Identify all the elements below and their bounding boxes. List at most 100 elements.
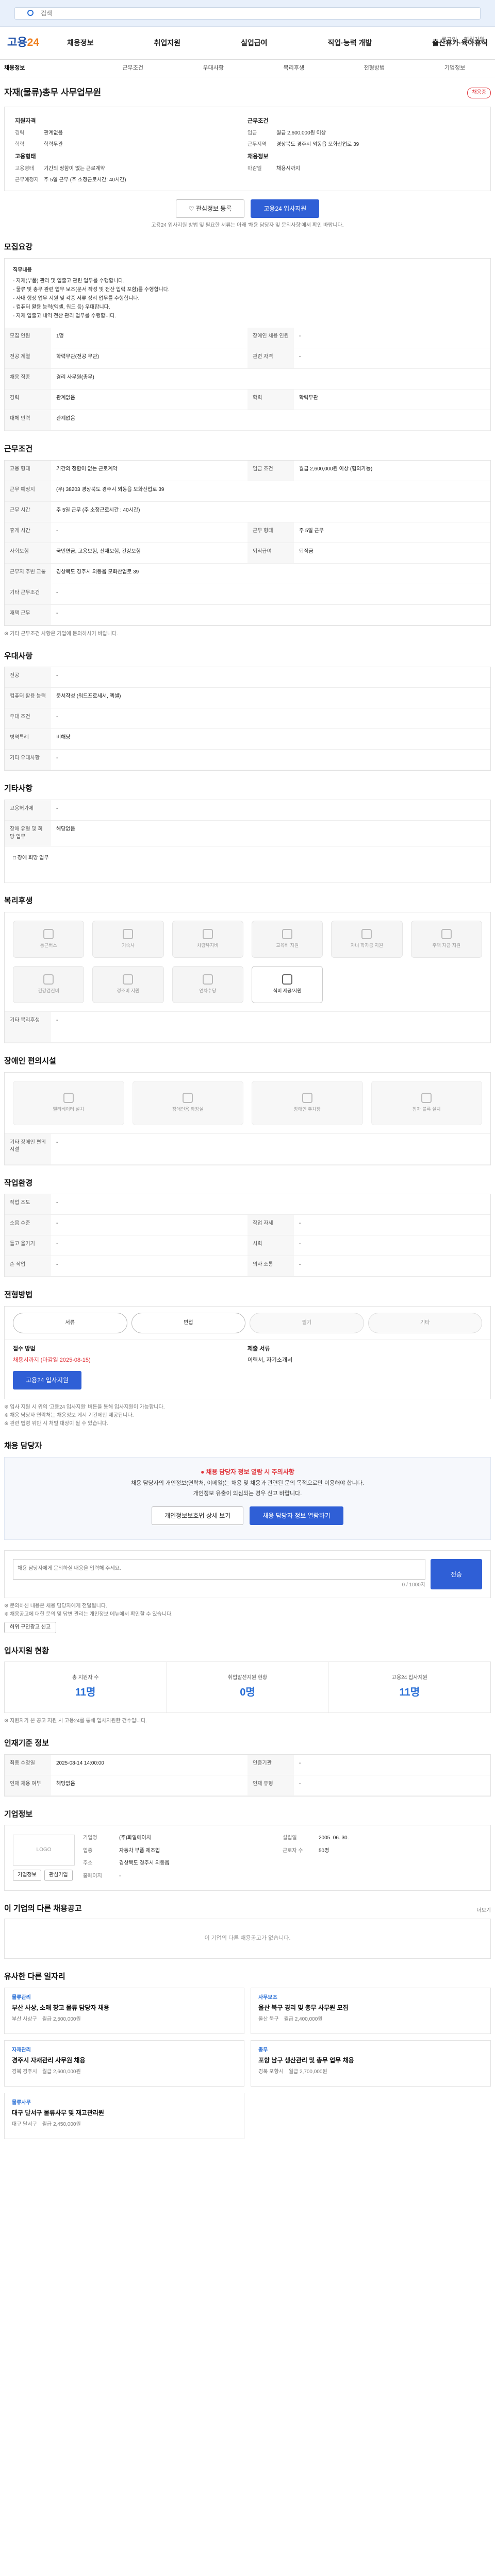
- inquiry-textarea[interactable]: [13, 1559, 425, 1580]
- inquiry-wrap: 0 / 1000자: [13, 1559, 425, 1589]
- process-box: 서류 면접 필기 기타 접수 방법 채용시까지 (마감일 2025-08-15)…: [4, 1306, 491, 1400]
- site-logo[interactable]: 고용24: [7, 35, 59, 50]
- card-pay: 월급 2,400,000원: [284, 2016, 323, 2022]
- similar-card[interactable]: 물류사무 대구 달서구 물류사무 및 재고관리원 대구 달서구 월급 2,450,00…: [4, 2092, 244, 2139]
- other-section: 기타사항 고용허가제 - 장애 유형 및 희망 업무 해당없음 □ 장애 희망 업무: [0, 783, 495, 884]
- welfare-label: 자녀 학자금 지원: [351, 943, 383, 948]
- scrap-button[interactable]: ♡ 관심정보 등록: [175, 199, 245, 218]
- tab-company[interactable]: 기업정보: [415, 64, 495, 73]
- card-category: 물류관리: [12, 1994, 31, 2001]
- similar-card[interactable]: 자재관리 경주시 자재관리 사무원 채용 경북 경주시 월급 2,600,000원: [4, 2040, 244, 2087]
- section-title: 모집요강: [4, 243, 33, 252]
- summary-key: 고용형태: [15, 165, 34, 172]
- cell-value: -: [51, 1235, 248, 1257]
- facility-item: 장애인용 화장실: [132, 1080, 243, 1125]
- tab-preference[interactable]: 우대사항: [173, 64, 254, 73]
- card-title: 대구 달서구 물류사무 및 재고관리원: [12, 2109, 104, 2117]
- cell-key: 기타 복리후생: [5, 1011, 51, 1043]
- cell-key: 근무 예정지: [5, 481, 51, 502]
- cell-value: 월급 2,600,000원 이상 (협의가능): [294, 461, 490, 481]
- card-location: 부산 사상구: [12, 2016, 37, 2022]
- cell-key: 모집 인원: [5, 327, 51, 348]
- cell-value: -: [51, 1194, 490, 1215]
- apply-method: 접수 방법 채용시까지 (마감일 2025-08-15) 고용24 입사지원: [13, 1345, 248, 1390]
- cell-key: 작업 조도: [5, 1194, 51, 1215]
- privacy-detail-button[interactable]: 개인정보보호법 상세 보기: [152, 1506, 244, 1526]
- cell-key: 설립일: [283, 1835, 297, 1841]
- signup-link[interactable]: 회원가입: [464, 37, 485, 43]
- welfare-item: 통근버스: [13, 920, 85, 958]
- summary-value: 기간의 정함이 없는 근로계약: [44, 165, 105, 172]
- card-pay: 월급 2,450,000원: [42, 2121, 81, 2127]
- welfare-item: 건강검진비: [13, 965, 85, 1003]
- process-apply-button[interactable]: 고용24 입사지원: [13, 1371, 81, 1390]
- tab-recruit[interactable]: 채용정보: [4, 64, 93, 73]
- stat-value: 11명: [399, 1686, 420, 1698]
- card-title: 포항 남구 생산관리 및 총무 업무 채용: [258, 2057, 354, 2064]
- top-links: 로그인 회원가입: [436, 36, 485, 44]
- card-meta: 경북 포항시 월급 2,700,000원: [258, 2069, 483, 2076]
- section-title: 우대사항: [4, 651, 33, 660]
- job-summary: 지원자격 경력 관계없음 학력 학력무관 고용형태 고용형태 기간의 정함이 없는 근…: [4, 106, 491, 191]
- favorite-company-button[interactable]: 관심기업: [44, 1870, 73, 1882]
- welfare-extra: 기타 복리후생 -: [5, 1011, 490, 1043]
- gnb-item-jobs[interactable]: 채용정보: [67, 38, 94, 48]
- dorm-icon: [123, 929, 134, 940]
- gnb-item-training[interactable]: 직업·능력 개발: [327, 38, 372, 48]
- summary-value: 관계없음: [44, 130, 63, 136]
- section-title: 기타사항: [4, 784, 33, 793]
- work-table: 고용 형태 기간의 정함이 없는 근로계약 임금 조건 월급 2,600,000원 이…: [4, 460, 491, 626]
- tab-conditions[interactable]: 근무조건: [93, 64, 173, 73]
- other-box: 고용허가제 - 장애 유형 및 희망 업무 해당없음 □ 장애 희망 업무: [4, 800, 491, 884]
- apply-button[interactable]: 고용24 입사지원: [251, 199, 320, 218]
- welfare-item: 기숙사: [92, 920, 164, 958]
- similar-list: 물류관리 부산 사상, 소매 창고 물류 담당자 채용 부산 사상구 월급 2,500…: [4, 1987, 491, 2139]
- gnb-menu: 채용정보 취업지원 실업급여 직업·능력 개발 출산휴가·육아휴직: [59, 38, 488, 48]
- braille-icon: [421, 1093, 432, 1104]
- gnb-item-benefits[interactable]: 실업급여: [241, 38, 268, 48]
- report-button[interactable]: 허위 구인광고 신고: [4, 1621, 57, 1633]
- scrap-label: 관심정보 등록: [195, 205, 232, 212]
- summary-heading: 근무조건: [248, 117, 269, 124]
- tab-process[interactable]: 전형방법: [334, 64, 415, 73]
- cell-value: -: [119, 1873, 121, 1879]
- work-section: 근무조건 고용 형태 기간의 정함이 없는 근로계약 임금 조건 월급 2,600,0…: [0, 444, 495, 638]
- restroom-icon: [183, 1093, 193, 1104]
- summary-value: 경상북도 경주시 외동읍 모화산업로 39: [276, 142, 359, 148]
- alert-text: 채용 담당자 정보 열람 시 주의사항: [206, 1468, 294, 1476]
- education-icon: [282, 929, 293, 940]
- welfare-item: 주택 자금 지원: [410, 920, 482, 958]
- search-input[interactable]: [15, 8, 458, 19]
- login-link[interactable]: 로그인: [441, 37, 457, 43]
- cell-key: 근무 형태: [248, 522, 294, 543]
- search-box[interactable]: [14, 7, 481, 20]
- process-steps: 서류 면접 필기 기타: [5, 1307, 490, 1340]
- welfare-label: 통근버스: [40, 943, 57, 948]
- cell-value: 국민연금, 고용보험, 산재보험, 건강보험: [51, 543, 248, 564]
- bus-icon: [43, 929, 54, 940]
- company-info-button[interactable]: 기업정보: [13, 1870, 41, 1882]
- card-title: 부산 사상, 소매 창고 물류 담당자 채용: [12, 2004, 109, 2012]
- desc-line: - 자재 입출고 내역 전산 관리 업무를 수행합니다.: [13, 313, 117, 319]
- view-contact-button[interactable]: 채용 담당자 정보 열람하기: [250, 1506, 343, 1526]
- summary-value: 학력무관: [44, 142, 63, 148]
- gnb-item-support[interactable]: 취업지원: [154, 38, 180, 48]
- more-link[interactable]: 더보기: [476, 1907, 491, 1915]
- similar-card[interactable]: 총무 포항 남구 생산관리 및 총무 업무 채용 경북 포항시 월급 2,700,00…: [251, 2040, 491, 2087]
- cell-key: 인재 채용 여부: [5, 1775, 51, 1796]
- cell-value: 관계없음: [51, 389, 248, 410]
- cell-key: 주소: [83, 1860, 93, 1867]
- inquiry-send-button[interactable]: 전송: [431, 1559, 482, 1589]
- similar-card[interactable]: 사무보조 울산 북구 경리 및 총무 사무원 모집 울산 북구 월급 2,400,00…: [251, 1987, 491, 2034]
- cell-value: -: [51, 584, 490, 605]
- cell-value: -: [294, 1256, 490, 1277]
- tab-welfare[interactable]: 복리후생: [254, 64, 334, 73]
- desc-line: - 컴퓨터 활용 능력(엑셀, 워드 등) 우대합니다.: [13, 304, 110, 310]
- section-title: 입사지원 현황: [4, 1646, 49, 1655]
- summary-row: 학력 학력무관: [15, 141, 248, 149]
- company-left: LOGO 기업정보 관심기업: [13, 1835, 75, 1882]
- summary-row: 고용형태 기간의 정함이 없는 근로계약: [15, 165, 248, 173]
- cell-key: 퇴직급여: [248, 543, 294, 564]
- similar-card[interactable]: 물류관리 부산 사상, 소매 창고 물류 담당자 채용 부산 사상구 월급 2,500…: [4, 1987, 244, 2034]
- cell-key: 임금 조건: [248, 460, 294, 481]
